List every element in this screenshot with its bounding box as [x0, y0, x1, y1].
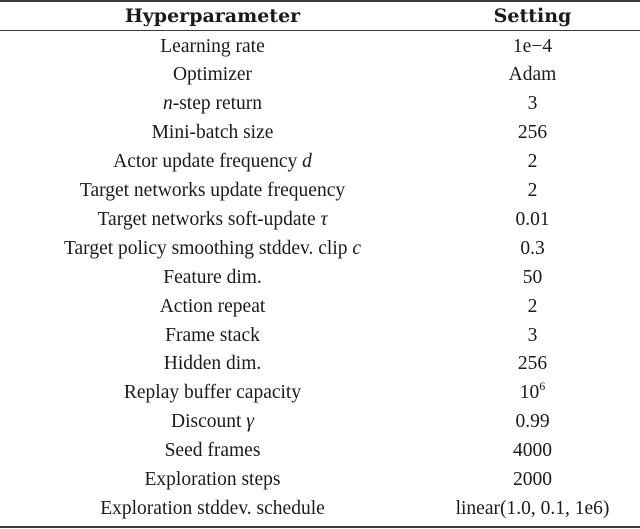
hyperparameter-label: Feature dim. [163, 266, 262, 288]
header-hyperparameter: Hyperparameter [124, 4, 301, 27]
setting-cell: 1e−4 [425, 36, 640, 58]
hyperparameter-label: Exploration stddev. schedule [100, 497, 325, 519]
hyperparameter-label: Actor update frequency [113, 151, 303, 173]
setting-value: 10 [519, 382, 540, 404]
hyperparameter-cell: Optimizer [0, 64, 425, 86]
setting-value: 4000 [513, 440, 552, 462]
hyperparameter-cell: Target networks update frequency [0, 180, 425, 202]
hyperparameter-cell: Action repeat [0, 296, 425, 318]
setting-cell: 2 [425, 296, 640, 318]
hyperparameter-label: Target policy smoothing stddev. clip [63, 237, 353, 259]
hyperparameter-label: Discount [171, 411, 247, 433]
table-row: Feature dim. 50 [0, 263, 640, 292]
math-symbol: n [162, 93, 173, 115]
math-symbol: d [302, 151, 312, 173]
setting-value: 256 [517, 122, 548, 144]
table-row: Discount γ 0.99 [0, 408, 640, 437]
table-row: Target policy smoothing stddev. clip c 0.… [0, 234, 640, 263]
setting-cell: 0.3 [425, 238, 640, 260]
setting-value: linear(1.0, 0.1, 1e6) [455, 497, 610, 519]
math-symbol: τ [320, 208, 328, 230]
table-row: Exploration steps 2000 [0, 466, 640, 495]
setting-value: 0.99 [515, 411, 550, 433]
header-rule [0, 30, 640, 31]
table-row: n-step return 3 [0, 90, 640, 119]
setting-cell: 256 [425, 353, 640, 375]
hyperparameter-label: Replay buffer capacity [123, 382, 302, 404]
setting-cell: 2000 [425, 469, 640, 491]
setting-cell: linear(1.0, 0.1, 1e6) [425, 498, 640, 520]
setting-value: 0.3 [520, 237, 545, 259]
table-row: Learning rate 1e−4 [0, 32, 640, 61]
hyperparameter-cell: Actor update frequency d [0, 151, 425, 173]
hyperparameter-label: Mini-batch size [151, 122, 274, 144]
setting-cell: 0.99 [425, 411, 640, 433]
header-setting: Setting [493, 4, 572, 27]
setting-cell: 256 [425, 122, 640, 144]
setting-cell: 106 [425, 379, 640, 404]
hyperparameter-cell: Frame stack [0, 325, 425, 347]
hyperparameter-label: Seed frames [164, 440, 261, 462]
bottom-rule [0, 526, 640, 528]
setting-cell: 0.01 [425, 209, 640, 231]
math-symbol: γ [246, 411, 254, 433]
hyperparameter-cell: Replay buffer capacity [0, 382, 425, 404]
hyperparameter-cell: Mini-batch size [0, 122, 425, 144]
table-row: Mini-batch size 256 [0, 119, 640, 148]
hyperparameter-cell: n-step return [0, 93, 425, 115]
math-symbol: c [352, 237, 362, 259]
table-header-row: Hyperparameter Setting [0, 1, 640, 30]
setting-exponent: 6 [539, 379, 546, 394]
setting-value: 1e−4 [512, 35, 553, 57]
setting-value: 2000 [513, 469, 552, 490]
table-row: Actor update frequency d 2 [0, 148, 640, 177]
setting-value: 2 [527, 180, 538, 201]
setting-cell: 3 [425, 325, 640, 347]
hyperparameter-cell: Exploration steps [0, 469, 425, 491]
setting-cell: 2 [425, 151, 640, 173]
table-row: Target networks soft-update τ 0.01 [0, 205, 640, 234]
setting-value: 3 [527, 324, 538, 346]
setting-value: 2 [527, 151, 538, 173]
setting-cell: 3 [425, 93, 640, 115]
setting-cell: 2 [425, 180, 640, 202]
table-row: Exploration stddev. schedule linear(1.0, … [0, 494, 640, 523]
table-row: Seed frames 4000 [0, 437, 640, 466]
hyperparameter-label: Optimizer [172, 64, 253, 86]
hyperparameter-label: Frame stack [165, 324, 260, 346]
table-row: Replay buffer capacity 106 [0, 379, 640, 408]
table-row: Frame stack 3 [0, 321, 640, 350]
hyperparameter-label: Exploration steps [144, 469, 281, 490]
hyperparameter-label: Action repeat [159, 295, 266, 317]
hyperparameter-cell: Seed frames [0, 440, 425, 462]
hyperparameter-label: Target networks update frequency [79, 180, 346, 201]
setting-value: 50 [522, 266, 543, 288]
hyperparameter-label: Learning rate [160, 35, 265, 57]
setting-value: 0.01 [515, 208, 550, 230]
hyperparameter-label: Hidden dim. [163, 353, 262, 375]
hyperparameter-label: Target networks soft-update [97, 208, 321, 230]
hyperparameter-cell: Learning rate [0, 36, 425, 58]
setting-value: 3 [527, 93, 538, 115]
hyperparameter-cell: Target networks soft-update τ [0, 209, 425, 231]
setting-value: Adam [508, 64, 557, 86]
setting-value: 256 [517, 353, 548, 375]
hyperparameter-table: Hyperparameter Setting Learning rate 1e−4… [0, 0, 640, 529]
hyperparameter-cell: Discount γ [0, 411, 425, 433]
table-row: Action repeat 2 [0, 292, 640, 321]
table-row: Optimizer Adam [0, 61, 640, 90]
setting-cell: 50 [425, 267, 640, 289]
hyperparameter-cell: Feature dim. [0, 267, 425, 289]
setting-cell: Adam [425, 64, 640, 86]
setting-value: 2 [527, 295, 538, 317]
hyperparameter-cell: Target policy smoothing stddev. clip c [0, 238, 425, 260]
hyperparameter-label: -step return [172, 93, 263, 115]
table-row: Hidden dim. 256 [0, 350, 640, 379]
hyperparameter-cell: Hidden dim. [0, 353, 425, 375]
hyperparameter-cell: Exploration stddev. schedule [0, 498, 425, 520]
setting-cell: 4000 [425, 440, 640, 462]
table-row: Target networks update frequency 2 [0, 177, 640, 206]
